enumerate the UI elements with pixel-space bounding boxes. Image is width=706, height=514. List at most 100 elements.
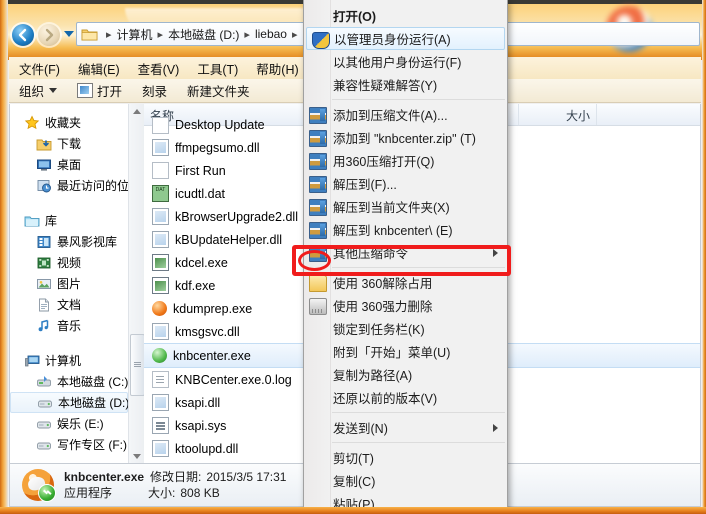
context-menu-item-extract-here[interactable]: 解压到当前文件夹(X) [304,195,507,218]
sidebar-label: 图片 [57,277,82,291]
context-menu-label: 附到「开始」菜单(U) [333,346,451,360]
sidebar-label: 库 [45,214,58,228]
exe-file-icon [152,277,169,294]
sidebar-item-downloads[interactable]: 下载 [10,133,144,154]
forward-button[interactable] [38,24,60,46]
context-menu-label: 剪切(T) [333,452,374,466]
sidebar-item-desktop[interactable]: 桌面 [10,154,144,175]
breadcrumb-item-drive-d[interactable]: 本地磁盘 (D:) [168,26,239,43]
context-menu: 打开(O) 以管理员身份运行(A) 以其他用户身份运行(F) 兼容性疑难解答(Y… [303,0,508,514]
dll-file-icon [152,440,169,457]
window-border-bottom [0,507,706,514]
new-folder-button[interactable]: 新建文件夹 [187,81,250,100]
library-icon [24,213,40,229]
scrollbar-thumb[interactable] [130,334,144,396]
sidebar-item-videos[interactable]: 视频 [10,252,144,273]
menu-tools[interactable]: 工具(T) [197,59,238,78]
zip-icon [309,176,327,193]
desktop-icon [36,157,52,173]
context-menu-item-open[interactable]: 打开(O) [304,4,507,27]
context-menu-item-360-force-delete[interactable]: 使用 360强力删除 [304,294,507,317]
sidebar-item-drive-d[interactable]: 本地磁盘 (D:) [10,392,130,413]
file-name: kdcel.exe [175,255,228,270]
scroll-up-button[interactable] [130,105,143,119]
context-menu-separator [332,412,505,413]
context-menu-item-add-to-archive[interactable]: 添加到压缩文件(A)... [304,103,507,126]
shredder-icon [309,298,327,315]
context-menu-label: 复制(C) [333,475,376,489]
breadcrumb-item-computer[interactable]: 计算机 [117,26,153,43]
downloads-icon [36,136,52,152]
context-menu-item-copy-as-path[interactable]: 复制为路径(A) [304,363,507,386]
folder-icon [81,29,98,41]
navigation-pane: 收藏夹 下载 桌面 最近访问的位置 库 暴风影视库 视频 图片 文档 音乐 计算… [10,104,144,465]
scroll-down-button[interactable] [130,450,143,464]
menu-help[interactable]: 帮助(H) [256,59,298,78]
open-button[interactable]: 打开 [77,81,122,100]
recent-locations-dropdown-icon[interactable] [64,31,74,37]
menu-edit[interactable]: 编辑(E) [78,59,120,78]
file-name: ktoolupd.dll [175,441,239,456]
context-menu-label: 使用 360解除占用 [333,277,433,291]
back-button[interactable] [12,24,34,46]
context-menu-item-open-with-360zip[interactable]: 用360压缩打开(Q) [304,149,507,172]
sidebar-item-drive-f[interactable]: 写作专区 (F:) [10,434,144,455]
context-menu-item-pin-to-taskbar[interactable]: 锁定到任务栏(K) [304,317,507,340]
sidebar-header-favorites[interactable]: 收藏夹 [10,112,144,133]
context-menu-item-run-as-other-user[interactable]: 以其他用户身份运行(F) [304,50,507,73]
context-menu-label: 添加到 "knbcenter.zip" (T) [333,132,476,146]
context-menu-item-cut[interactable]: 剪切(T) [304,446,507,469]
context-menu-label: 发送到(N) [333,422,388,436]
sidebar-item-pictures[interactable]: 图片 [10,273,144,294]
context-menu-item-extract-to[interactable]: 解压到(F)... [304,172,507,195]
sidebar-header-libraries[interactable]: 库 [10,210,144,231]
sidebar-item-documents[interactable]: 文档 [10,294,144,315]
exe-file-icon [152,254,169,271]
context-menu-label: 以其他用户身份运行(F) [333,56,462,70]
zip-icon [309,245,327,262]
file-name: kBrowserUpgrade2.dll [175,209,298,224]
explorer-window: ▸ 计算机 ▸ 本地磁盘 (D:) ▸ liebao ▸ 5.2. 文件(F) … [0,0,706,514]
submenu-arrow-icon [493,424,498,432]
context-menu-item-restore-previous-versions[interactable]: 还原以前的版本(V) [304,386,507,409]
breadcrumb-item-liebao[interactable]: liebao [255,27,287,41]
sidebar-label: 收藏夹 [45,116,82,130]
details-filename: knbcenter.exe [64,470,145,484]
zip-icon [309,130,327,147]
recent-places-icon [36,178,52,194]
shield-app-icon [152,348,167,363]
menu-file[interactable]: 文件(F) [19,59,60,78]
sidebar-item-drive-c[interactable]: 本地磁盘 (C:) [10,371,144,392]
dll-file-icon [152,394,169,411]
context-menu-item-pin-to-start-menu[interactable]: 附到「开始」菜单(U) [304,340,507,363]
context-menu-item-run-as-administrator[interactable]: 以管理员身份运行(A) [306,27,505,50]
context-menu-item-extract-to-folder[interactable]: 解压到 knbcenter\ (E) [304,218,507,241]
organize-button[interactable]: 组织 [19,81,58,100]
menu-view[interactable]: 查看(V) [138,59,180,78]
sidebar-header-computer[interactable]: 计算机 [10,350,144,371]
context-menu-item-copy[interactable]: 复制(C) [304,469,507,492]
navigation-scrollbar[interactable] [128,104,144,465]
sidebar-label: 文档 [57,298,82,312]
computer-icon [24,353,40,369]
scrollbar-grip [134,362,141,367]
breadcrumb-separator: ▸ [106,28,112,41]
sidebar-item-drive-e[interactable]: 娱乐 (E:) [10,413,144,434]
sidebar-item-baofeng-library[interactable]: 暴风影视库 [10,231,144,252]
drive-icon [37,395,53,411]
context-menu-label: 复制为路径(A) [333,369,413,383]
sidebar-label: 本地磁盘 (D:) [58,396,130,410]
burn-button[interactable]: 刻录 [142,81,167,100]
context-menu-item-other-archive-commands[interactable]: 其他压缩命令 [304,241,507,264]
context-menu-item-send-to[interactable]: 发送到(N) [304,416,507,439]
chevron-up-icon [132,109,141,114]
organize-label: 组织 [19,85,45,99]
sidebar-item-music[interactable]: 音乐 [10,315,144,336]
context-menu-item-compatibility-troubleshoot[interactable]: 兼容性疑难解答(Y) [304,73,507,96]
system-drive-icon [36,374,52,390]
file-name: Desktop Update [175,118,265,132]
file-name: ksapi.dll [175,395,221,410]
context-menu-item-360-unlock[interactable]: 使用 360解除占用 [304,271,507,294]
context-menu-item-add-to-named-zip[interactable]: 添加到 "knbcenter.zip" (T) [304,126,507,149]
sidebar-item-recent-places[interactable]: 最近访问的位置 [10,175,144,196]
